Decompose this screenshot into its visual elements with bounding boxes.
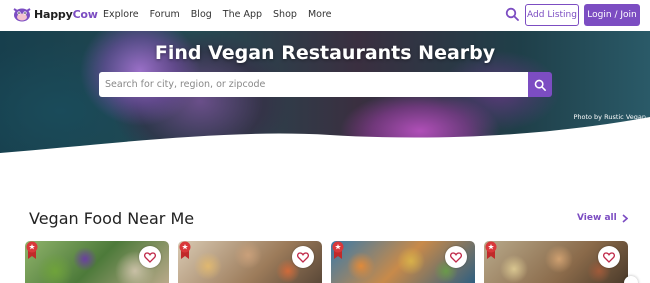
favorite-button[interactable] (139, 246, 161, 268)
heart-icon (297, 251, 309, 263)
restaurant-card[interactable] (178, 241, 322, 283)
restaurant-card[interactable] (25, 241, 169, 283)
logo-text: HappyCow (34, 8, 98, 21)
hero-title: Find Vegan Restaurants Nearby (154, 42, 496, 64)
favorite-button[interactable] (292, 246, 314, 268)
top-nav: HappyCow Explore Forum Blog The App Shop… (0, 0, 650, 31)
hero-search-button[interactable] (528, 72, 552, 97)
heart-icon (603, 251, 615, 263)
search-icon (534, 79, 546, 91)
menu-blog[interactable]: Blog (191, 9, 212, 20)
login-join-button[interactable]: Login / Join (584, 4, 640, 26)
hero-banner: Find Vegan Restaurants Nearby Photo by R… (0, 31, 650, 157)
view-all-label: View all (577, 213, 617, 223)
menu-explore[interactable]: Explore (103, 9, 139, 20)
heart-icon (450, 251, 462, 263)
logo-text-happy: Happy (34, 7, 73, 21)
section-title: Vegan Food Near Me (29, 209, 195, 228)
cow-logo-icon (13, 8, 31, 22)
menu-shop[interactable]: Shop (273, 9, 297, 20)
menu-more[interactable]: More (308, 9, 332, 20)
search-icon[interactable] (505, 7, 519, 21)
menu-forum[interactable]: Forum (150, 9, 180, 20)
main-menu: Explore Forum Blog The App Shop More (103, 9, 343, 20)
favorite-button[interactable] (598, 246, 620, 268)
award-badge-icon (485, 241, 497, 259)
menu-the-app[interactable]: The App (223, 9, 262, 20)
restaurant-card[interactable] (484, 241, 628, 283)
favorite-button[interactable] (445, 246, 467, 268)
view-all-link[interactable]: View all (577, 213, 628, 223)
logo-text-cow: Cow (72, 7, 98, 21)
location-search-input[interactable] (99, 72, 528, 97)
carousel-next-button[interactable] (624, 276, 638, 283)
add-listing-button[interactable]: Add Listing (525, 4, 579, 26)
chevron-right-icon (622, 213, 628, 223)
heart-icon (144, 251, 156, 263)
restaurant-card[interactable] (331, 241, 475, 283)
award-badge-icon (26, 241, 38, 259)
photo-credit: Photo by Rustic Vegan (573, 113, 646, 121)
award-badge-icon (179, 241, 191, 259)
award-badge-icon (332, 241, 344, 259)
logo[interactable]: HappyCow (12, 5, 98, 23)
